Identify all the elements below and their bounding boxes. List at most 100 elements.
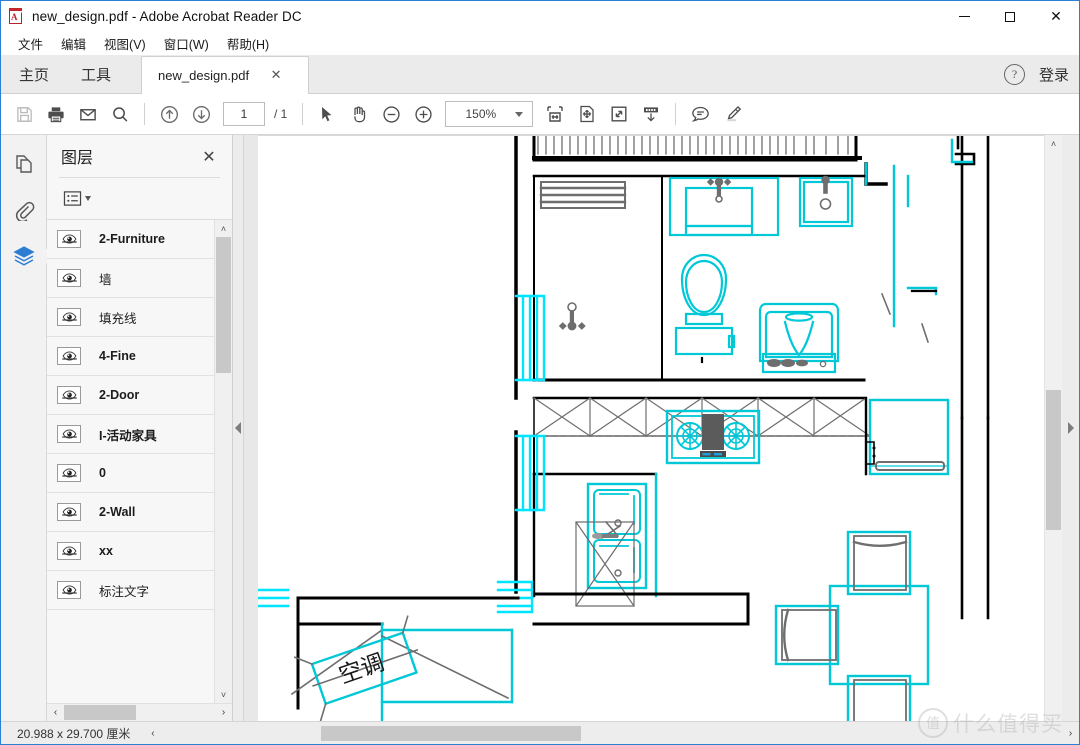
- layers-options-button[interactable]: [61, 188, 93, 209]
- doc-scroll-up-button[interactable]: ˄: [1045, 135, 1062, 152]
- zoom-level-select[interactable]: 150%: [445, 101, 534, 127]
- menu-help[interactable]: 帮助(H): [218, 32, 278, 55]
- document-hscrollbar[interactable]: ‹ ›: [144, 722, 1079, 744]
- sign-in-button[interactable]: 登录: [1039, 64, 1069, 85]
- eye-icon: [61, 429, 77, 439]
- doc-hscroll-track[interactable]: [161, 725, 1062, 742]
- layers-panel-close-icon[interactable]: ✕: [198, 145, 220, 167]
- layers-options-bar: [47, 178, 232, 219]
- layer-row[interactable]: 标注文字: [47, 571, 214, 610]
- sidebar-item-layers[interactable]: [9, 241, 39, 271]
- document-viewport[interactable]: 空调 ˄: [244, 135, 1062, 721]
- menu-view[interactable]: 视图(V): [95, 32, 155, 55]
- layer-row[interactable]: 2-Door: [47, 376, 214, 415]
- layers-list-scrollbar[interactable]: ˄ ˅: [214, 219, 232, 703]
- paperclip-icon: [15, 201, 34, 221]
- maximize-button[interactable]: [987, 1, 1033, 32]
- tab-tools[interactable]: 工具: [65, 55, 127, 93]
- layers-icon: [12, 246, 35, 266]
- toilet: [674, 253, 736, 364]
- hscrollbar-thumb[interactable]: [64, 705, 136, 720]
- doc-scroll-right-button[interactable]: ›: [1062, 725, 1079, 742]
- layer-row[interactable]: xx: [47, 532, 214, 571]
- hscroll-track[interactable]: [64, 704, 215, 721]
- eye-icon: [61, 234, 77, 244]
- minimize-button[interactable]: [941, 1, 987, 32]
- email-button[interactable]: [73, 99, 103, 129]
- sidebar-item-attachments[interactable]: [9, 195, 39, 225]
- panel-splitter-left[interactable]: [233, 135, 244, 721]
- title-bar: A new_design.pdf - Adobe Acrobat Reader …: [1, 1, 1079, 32]
- tab-close-icon[interactable]: ✕: [267, 67, 285, 85]
- help-icon[interactable]: ?: [1003, 63, 1025, 85]
- layer-visibility-toggle[interactable]: [57, 581, 81, 599]
- status-bar: 20.988 x 29.700 厘米 ‹ ›: [1, 721, 1079, 744]
- doc-scrollbar-thumb[interactable]: [1046, 390, 1061, 530]
- scroll-left-button[interactable]: ‹: [47, 704, 64, 721]
- layers-panel-header: 图层 ✕: [47, 135, 232, 177]
- page-number-input[interactable]: 1: [223, 102, 265, 126]
- layer-visibility-toggle[interactable]: [57, 425, 81, 443]
- scroll-right-button[interactable]: ›: [215, 704, 232, 721]
- next-page-button[interactable]: [186, 99, 216, 129]
- layers-list-hscrollbar[interactable]: ‹ ›: [47, 703, 232, 721]
- zoom-out-button[interactable]: [376, 99, 406, 129]
- layer-row[interactable]: 填充线: [47, 298, 214, 337]
- fit-width-button[interactable]: [540, 99, 570, 129]
- layer-visibility-toggle[interactable]: [57, 347, 81, 365]
- layer-row[interactable]: I-活动家具: [47, 415, 214, 454]
- layer-row[interactable]: 墙: [47, 259, 214, 298]
- layer-visibility-toggle[interactable]: [57, 464, 81, 482]
- maximize-icon: [1005, 11, 1015, 22]
- scroll-down-button[interactable]: ˅: [215, 686, 232, 703]
- layer-row[interactable]: 4-Fine: [47, 337, 214, 376]
- menu-edit[interactable]: 编辑: [52, 32, 95, 55]
- close-button[interactable]: ✕: [1033, 1, 1079, 32]
- tab-home[interactable]: 主页: [1, 55, 65, 93]
- hand-icon: [354, 106, 366, 123]
- layer-visibility-toggle[interactable]: [57, 503, 81, 521]
- tab-document[interactable]: new_design.pdf ✕: [141, 56, 310, 94]
- main-body: 图层 ✕ 2-Furniture 墙填充线 4-Fine 2-Door I-活动家具 0 2…: [1, 135, 1079, 721]
- document-scrollbar[interactable]: ˄: [1044, 135, 1062, 721]
- layer-label: 2-Wall: [99, 505, 136, 519]
- scroll-up-button[interactable]: ˄: [215, 220, 232, 237]
- doc-scroll-left-button[interactable]: ‹: [144, 725, 161, 742]
- highlight-button[interactable]: [717, 99, 747, 129]
- hand-tool-button[interactable]: [344, 99, 374, 129]
- envelope-icon: [80, 108, 96, 120]
- pdf-page[interactable]: 空调: [258, 135, 1045, 721]
- print-button[interactable]: [41, 99, 71, 129]
- layer-row[interactable]: 2-Furniture: [47, 220, 214, 259]
- menu-file[interactable]: 文件: [9, 32, 52, 55]
- scrollbar-thumb[interactable]: [216, 237, 231, 373]
- layer-visibility-toggle[interactable]: [57, 542, 81, 560]
- fullscreen-button[interactable]: [604, 99, 634, 129]
- layer-row[interactable]: 2-Wall: [47, 493, 214, 532]
- layer-visibility-toggle[interactable]: [57, 308, 81, 326]
- arrow-up-circle-icon: [160, 105, 178, 123]
- doc-hscrollbar-thumb[interactable]: [321, 725, 582, 741]
- sidebar-item-thumbnails[interactable]: [9, 149, 39, 179]
- layer-visibility-toggle[interactable]: [57, 269, 81, 287]
- fit-page-button[interactable]: [572, 99, 602, 129]
- scroll-mode-button[interactable]: [636, 99, 666, 129]
- panel-splitter-right[interactable]: [1062, 135, 1079, 721]
- layer-row[interactable]: 0: [47, 454, 214, 493]
- layer-visibility-toggle[interactable]: [57, 386, 81, 404]
- select-tool-button[interactable]: [312, 99, 342, 129]
- zoom-in-button[interactable]: [408, 99, 438, 129]
- faucet: [706, 177, 732, 203]
- fit-width-icon: [547, 106, 564, 122]
- menu-window[interactable]: 窗口(W): [155, 32, 218, 55]
- previous-page-button[interactable]: [154, 99, 184, 129]
- acrobat-window: A new_design.pdf - Adobe Acrobat Reader …: [0, 0, 1080, 745]
- layer-visibility-toggle[interactable]: [57, 230, 81, 248]
- search-button[interactable]: [105, 99, 135, 129]
- save-button[interactable]: [9, 99, 39, 129]
- highlighter-pen-icon: [727, 105, 742, 122]
- cursor-icon: [322, 107, 332, 122]
- layer-label: xx: [99, 544, 113, 558]
- eye-icon: [61, 468, 77, 478]
- comment-button[interactable]: [685, 99, 715, 129]
